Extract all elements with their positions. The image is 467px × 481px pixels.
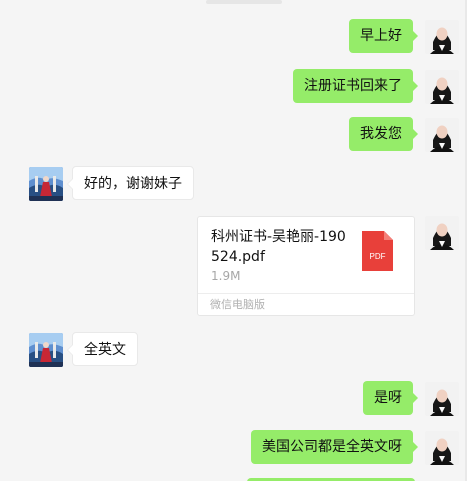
message-bubble[interactable]: 是呀 [363,381,418,415]
travel-photo-icon [29,333,63,367]
message-bubble[interactable]: 注册证书回来了 [293,69,418,103]
my-avatar[interactable] [425,216,459,250]
file-source-label: 微信电脑版 [210,298,265,311]
message-bubble[interactable]: 美国公司都是全英文呀 [251,430,418,464]
woman-portrait-icon [425,382,459,416]
file-size: 1.9M [211,269,241,283]
my-avatar[interactable] [425,70,459,104]
woman-portrait-icon [425,20,459,54]
chat-message-area[interactable]: 早上好 注册证书回来了 我发您 好的，谢谢妹子 科州证书-吴艳丽-190524.… [0,0,467,481]
file-type-label: PDF [370,252,386,261]
woman-portrait-icon [425,216,459,250]
my-avatar[interactable] [425,118,459,152]
travel-photo-icon [29,167,63,201]
my-avatar[interactable] [425,382,459,416]
woman-portrait-icon [425,118,459,152]
message-bubble[interactable]: 全英文 [67,332,138,366]
woman-portrait-icon [425,431,459,465]
contact-avatar[interactable] [29,167,63,201]
scroll-indicator [206,0,282,4]
woman-portrait-icon [425,70,459,104]
my-avatar[interactable] [425,20,459,54]
message-bubble[interactable]: 好的，谢谢妹子 [67,166,194,200]
file-message-card[interactable]: 科州证书-吴艳丽-190524.pdf 1.9M PDF 微信电脑版 [197,216,415,316]
message-bubble[interactable]: 早上好 [349,19,418,53]
contact-avatar[interactable] [29,333,63,367]
message-bubble[interactable]: 我发您 [349,117,418,151]
pdf-file-icon: PDF [362,231,393,271]
file-name: 科州证书-吴艳丽-190524.pdf [211,229,346,265]
my-avatar[interactable] [425,431,459,465]
file-card-divider [198,293,414,294]
